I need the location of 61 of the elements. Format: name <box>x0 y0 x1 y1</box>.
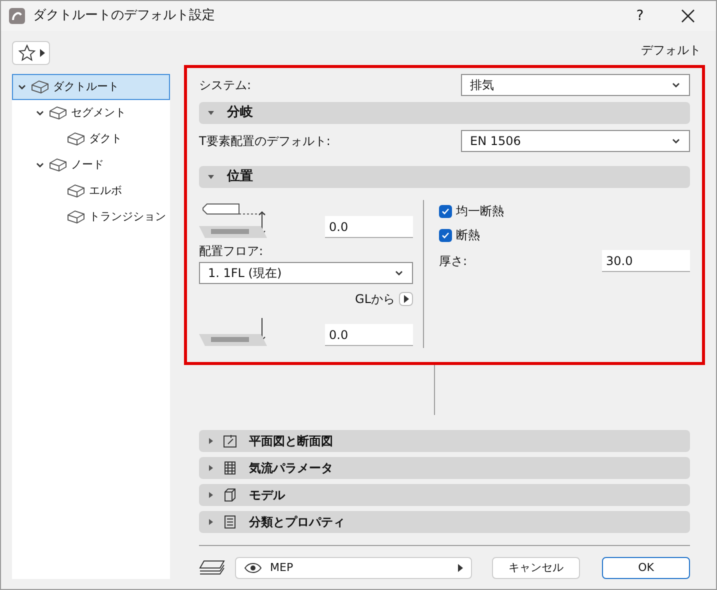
dialog-button[interactable]: OK <box>602 557 690 579</box>
floor-dropdown[interactable]: 1. 1FL (現在) <box>199 262 413 284</box>
box-icon <box>67 184 85 198</box>
section-header[interactable]: 平面図と断面図 <box>199 430 690 452</box>
tree-item[interactable]: トランジション <box>12 204 170 230</box>
field-label: T要素配置のデフォルト: <box>199 133 330 150</box>
disclosure-triangle-icon[interactable] <box>207 518 215 526</box>
layers-icon <box>199 559 225 577</box>
reference-menu-button[interactable] <box>399 292 413 306</box>
box-icon <box>31 80 49 94</box>
input-field[interactable]: 0.0 <box>325 216 413 238</box>
box-icon <box>49 106 67 120</box>
section-header[interactable]: 気流パラメータ <box>199 457 690 479</box>
chevron-icon[interactable] <box>17 82 27 92</box>
caret-icon <box>404 295 408 303</box>
app-logo-icon <box>9 8 25 24</box>
disclosure-triangle-icon[interactable] <box>207 491 215 499</box>
checkbox[interactable]: 均一断熱 <box>439 202 690 220</box>
standard-dropdown[interactable]: EN 1506 <box>461 130 690 152</box>
eye-icon <box>244 563 262 573</box>
tree-item[interactable]: エルボ <box>12 178 170 204</box>
cube-icon <box>223 488 237 502</box>
section-header[interactable]: 位置 <box>199 166 690 188</box>
field-label: システム: <box>199 77 252 94</box>
checkmark-icon <box>441 230 450 240</box>
input-field[interactable]: 30.0 <box>602 250 690 272</box>
box-icon <box>67 210 85 224</box>
caret-icon <box>458 564 463 572</box>
box-icon <box>67 132 85 146</box>
tree-item[interactable]: セグメント <box>12 100 170 126</box>
chevron-icon[interactable] <box>35 108 45 118</box>
tree-item[interactable]: ダクト <box>12 126 170 152</box>
reference-label: GLから <box>355 291 395 308</box>
box-icon <box>49 158 67 172</box>
table-icon <box>223 461 237 475</box>
disclosure-triangle-icon[interactable] <box>207 464 215 472</box>
section-header[interactable]: 分岐 <box>199 102 690 124</box>
star-icon <box>18 44 36 62</box>
settings-label: デフォルト <box>641 42 701 59</box>
dialog-button[interactable]: キャンセル <box>492 557 580 579</box>
input-field[interactable]: 0.0 <box>325 324 413 346</box>
checkmark-icon <box>441 206 450 216</box>
checkbox[interactable]: 断熱 <box>439 226 690 244</box>
caret-icon <box>40 49 44 57</box>
help-button[interactable]: ? <box>620 6 660 26</box>
field-label: 配置フロア: <box>199 243 264 260</box>
tree-item[interactable]: ノード <box>12 152 170 178</box>
favorites-button[interactable] <box>12 41 50 65</box>
system-dropdown[interactable]: 排気 <box>461 74 690 96</box>
disclosure-triangle-icon[interactable] <box>207 173 215 181</box>
window-title: ダクトルートのデフォルト設定 <box>33 7 215 26</box>
section-header[interactable]: モデル <box>199 484 690 506</box>
layer-dropdown[interactable]: MEP <box>235 557 472 579</box>
disclosure-triangle-icon[interactable] <box>207 109 215 117</box>
chevron-icon[interactable] <box>35 160 45 170</box>
tree-item[interactable]: ダクトルート <box>12 74 170 100</box>
plan-icon <box>223 434 237 448</box>
field-label: 厚さ: <box>439 253 468 270</box>
document-icon <box>223 515 237 529</box>
section-header[interactable]: 分類とプロパティ <box>199 511 690 533</box>
disclosure-triangle-icon[interactable] <box>207 437 215 445</box>
